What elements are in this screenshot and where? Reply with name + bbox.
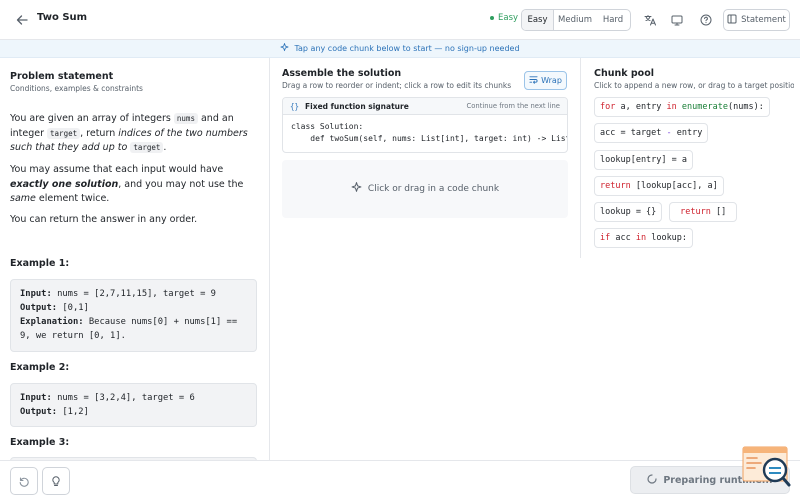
problem-panel: Problem statement Conditions, examples &… [0, 58, 270, 460]
problem-paragraph-3: You can return the answer in any order. [10, 214, 198, 225]
output-value: [1,2] [57, 407, 89, 417]
inline-code: target [130, 142, 164, 153]
emphasis-text: same [10, 193, 36, 204]
chunk-pool-subtitle: Click to append a new row, or drag to a … [594, 81, 794, 90]
inline-code: nums [173, 113, 198, 124]
code-chunk[interactable]: if acc in lookup: [594, 228, 694, 248]
input-value: nums = [3,2,4], target = 6 [51, 393, 195, 403]
example-line: Input: nums = [3,2,4], target = 6 [20, 391, 247, 405]
banner-text: Tap any code chunk below to start — no s… [294, 44, 520, 53]
output-value: [0,1] [57, 303, 89, 313]
back-arrow-icon[interactable] [12, 10, 32, 30]
monitor-icon[interactable] [668, 11, 686, 29]
brand-logo-icon [742, 446, 792, 492]
signature-label: Fixed function signature [305, 101, 409, 111]
signature-header: {} Fixed function signature Continue fro… [283, 98, 567, 115]
wrap-label: Wrap [541, 76, 562, 85]
example-line: Explanation: Because nums[0] + nums[1] =… [20, 315, 247, 343]
signature-hint: Continue from the next line [466, 102, 560, 110]
code-chunk[interactable]: for a, entry in enumerate(nums): [594, 97, 770, 117]
wrap-toggle-button[interactable]: Wrap [524, 71, 567, 90]
problem-paragraph-2: You may assume that each input would hav… [10, 163, 260, 207]
output-label: Output: [20, 303, 58, 313]
text: element twice. [35, 193, 110, 204]
code-chunk[interactable]: return [lookup[acc], a] [594, 176, 724, 196]
code-chunk[interactable]: acc = target - entry [594, 123, 709, 143]
translate-icon[interactable] [641, 11, 659, 29]
hint-button[interactable] [42, 467, 70, 495]
output-label: Output: [20, 407, 58, 417]
chunk-pool-title: Chunk pool [594, 68, 654, 79]
example-2-box: Input: nums = [3,2,4], target = 6 Output… [10, 383, 257, 427]
explanation-label: Explanation: [20, 317, 84, 327]
difficulty-selector: Easy Medium Hard [521, 9, 631, 31]
inline-code: target [47, 127, 81, 139]
bottom-bar: Preparing runtime... [0, 460, 800, 500]
top-bar: Two Sum Easy Easy Medium Hard Statement [0, 0, 800, 40]
code-chunk[interactable]: lookup = {} [594, 202, 663, 222]
lightbulb-icon [50, 472, 62, 491]
example-1-box: Input: nums = [2,7,11,15], target = 9 Ou… [10, 279, 257, 352]
assemble-panel: Assemble the solution Drag a row to reor… [270, 58, 580, 460]
text: You may assume that each input would hav… [10, 164, 224, 175]
signature-block: {} Fixed function signature Continue fro… [282, 97, 568, 153]
hint-banner: Tap any code chunk below to start — no s… [0, 40, 800, 58]
text: You are given an array of integers [10, 113, 174, 124]
text: , return [80, 127, 119, 139]
statement-button[interactable]: Statement [723, 9, 790, 31]
sparkle-icon [351, 182, 362, 196]
braces-icon: {} [290, 101, 300, 111]
sparkle-icon [280, 43, 289, 54]
input-value: nums = [2,7,11,15], target = 9 [51, 289, 216, 299]
difficulty-option-easy[interactable]: Easy [522, 10, 554, 30]
help-icon[interactable] [697, 11, 715, 29]
emphasis-text: exactly one solution [10, 178, 119, 190]
difficulty-option-medium[interactable]: Medium [554, 10, 596, 30]
sidebar-icon [727, 14, 737, 27]
problem-paragraph-1: You are given an array of integers nums … [10, 112, 260, 156]
page-title: Two Sum [37, 12, 88, 23]
statement-button-label: Statement [741, 15, 786, 25]
assemble-title: Assemble the solution [282, 68, 402, 79]
code-chunk[interactable]: return [] [669, 202, 738, 222]
spinner-icon [647, 473, 657, 487]
signature-code: class Solution: def twoSum(self, nums: L… [291, 122, 567, 143]
text: . [163, 142, 167, 153]
undo-icon [18, 472, 30, 491]
example-line: Output: [1,2] [20, 405, 247, 419]
assemble-subtitle: Drag a row to reorder or indent; click a… [282, 81, 512, 90]
wrap-icon [529, 75, 538, 86]
example-3-title: Example 3: [10, 437, 70, 448]
example-line: Input: nums = [2,7,11,15], target = 9 [20, 287, 247, 301]
input-label: Input: [20, 289, 52, 299]
text: , and you may not use the [118, 178, 244, 190]
problem-subtitle: Conditions, examples & constraints [10, 84, 143, 93]
example-line: Output: [0,1] [20, 301, 247, 315]
difficulty-status-label: Easy [498, 13, 519, 23]
example-2-title: Example 2: [10, 362, 70, 373]
chunk-drop-zone[interactable]: Click or drag in a code chunk [282, 160, 568, 218]
drop-zone-text: Click or drag in a code chunk [367, 184, 500, 194]
code-chunk[interactable]: lookup[entry] = a [594, 150, 693, 170]
difficulty-option-hard[interactable]: Hard [596, 10, 630, 30]
difficulty-status: Easy [490, 13, 518, 23]
chunk-pool-panel: Chunk pool Click to append a new row, or… [580, 58, 800, 258]
example-1-title: Example 1: [10, 258, 70, 269]
status-dot-icon [490, 16, 494, 20]
input-label: Input: [20, 393, 52, 403]
problem-title: Problem statement [10, 71, 114, 82]
reset-button[interactable] [10, 467, 38, 495]
